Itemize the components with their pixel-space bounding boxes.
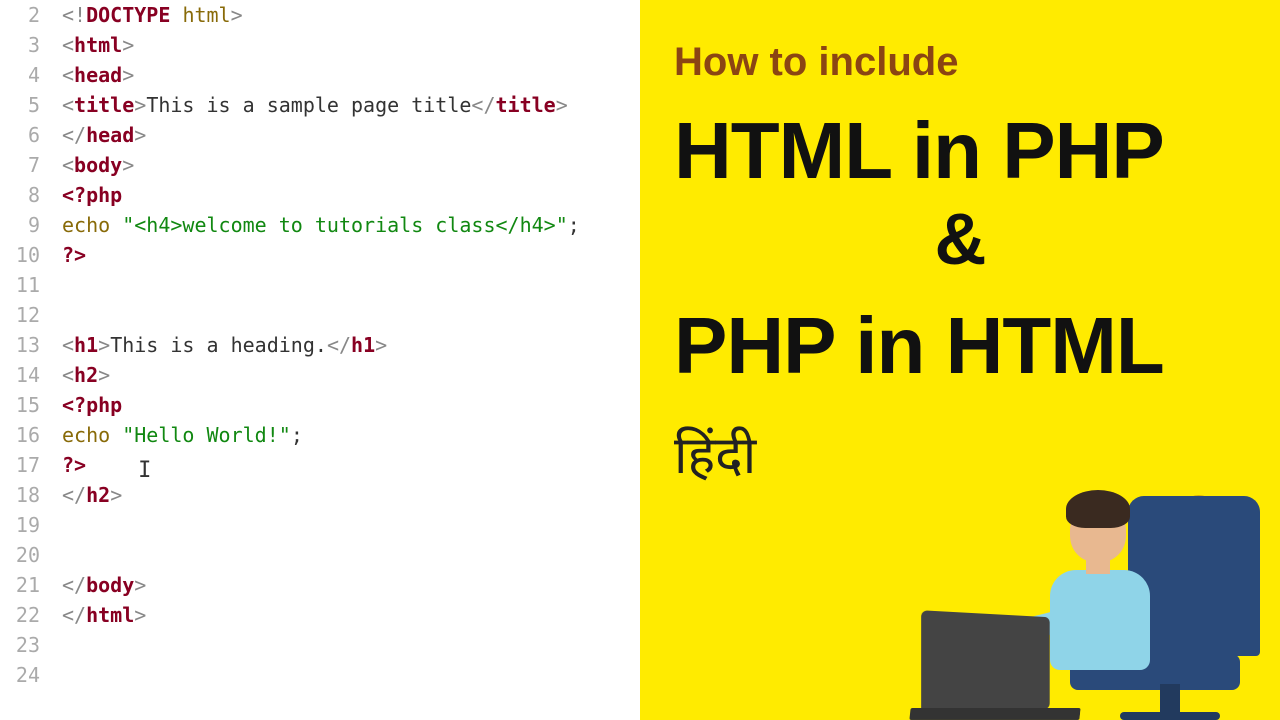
code-line[interactable]: echo "Hello World!";	[62, 420, 640, 450]
code-line[interactable]: </body>	[62, 570, 640, 600]
line-number: 18	[0, 480, 40, 510]
code-line[interactable]: <h2>	[62, 360, 640, 390]
code-line[interactable]: </head>	[62, 120, 640, 150]
code-line[interactable]: <head>	[62, 60, 640, 90]
code-line[interactable]: <html>	[62, 30, 640, 60]
line-number: 23	[0, 630, 40, 660]
code-line[interactable]	[62, 300, 640, 330]
code-line[interactable]: </html>	[62, 600, 640, 630]
line-number: 16	[0, 420, 40, 450]
code-line[interactable]: <h1>This is a heading.</h1>	[62, 330, 640, 360]
promo-heading-2: PHP in HTML	[674, 304, 1246, 388]
code-line[interactable]: <?php	[62, 180, 640, 210]
line-number: 14	[0, 360, 40, 390]
code-line[interactable]	[62, 540, 640, 570]
line-number: 12	[0, 300, 40, 330]
line-number: 22	[0, 600, 40, 630]
line-number: 17	[0, 450, 40, 480]
code-line[interactable]	[62, 270, 640, 300]
promo-ampersand: &	[674, 201, 1246, 280]
line-number: 3	[0, 30, 40, 60]
promo-heading-1: HTML in PHP	[674, 109, 1246, 193]
promo-subtitle: How to include	[674, 40, 1246, 85]
code-line[interactable]: <title>This is a sample page title</titl…	[62, 90, 640, 120]
promo-language-label: हिंदी	[674, 418, 1246, 489]
code-line[interactable]: ?>I	[62, 450, 640, 480]
line-number: 13	[0, 330, 40, 360]
line-number: 8	[0, 180, 40, 210]
code-line[interactable]: ?>	[62, 240, 640, 270]
line-number: 24	[0, 660, 40, 690]
line-number: 5	[0, 90, 40, 120]
line-number: 9	[0, 210, 40, 240]
code-line[interactable]: <!DOCTYPE html>	[62, 0, 640, 30]
line-number: 10	[0, 240, 40, 270]
line-number: 2	[0, 0, 40, 30]
code-area[interactable]: <!DOCTYPE html> <html> <head> <title>Thi…	[52, 0, 640, 720]
promo-panel: How to include HTML in PHP & PHP in HTML…	[640, 0, 1280, 720]
line-number: 19	[0, 510, 40, 540]
code-line[interactable]	[62, 630, 640, 660]
line-numbers-gutter: 2 3 4 5 6 7 8 9 10 11 12 13 14 15 16 17 …	[0, 0, 52, 720]
line-number: 15	[0, 390, 40, 420]
line-number: 20	[0, 540, 40, 570]
code-line[interactable]	[62, 510, 640, 540]
line-number: 7	[0, 150, 40, 180]
line-number: 21	[0, 570, 40, 600]
line-number: 4	[0, 60, 40, 90]
code-editor[interactable]: 2 3 4 5 6 7 8 9 10 11 12 13 14 15 16 17 …	[0, 0, 640, 720]
code-line[interactable]	[62, 660, 640, 690]
code-line[interactable]: <?php	[62, 390, 640, 420]
text-cursor-icon: I	[138, 456, 151, 486]
person-at-laptop-illustration	[910, 480, 1250, 720]
laptop-icon	[910, 610, 1080, 720]
line-number: 6	[0, 120, 40, 150]
code-line[interactable]: echo "<h4>welcome to tutorials class</h4…	[62, 210, 640, 240]
code-line[interactable]: <body>	[62, 150, 640, 180]
line-number: 11	[0, 270, 40, 300]
